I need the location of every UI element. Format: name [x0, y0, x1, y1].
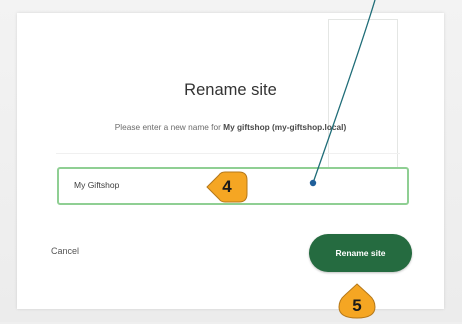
callout-number-4: 4 — [222, 177, 232, 196]
callout-number-5: 5 — [352, 296, 362, 315]
connector-line — [312, 0, 376, 184]
connector-dot-icon — [309, 179, 317, 187]
connector-annotation — [309, 0, 376, 187]
callout-marker-5: 5 — [335, 283, 379, 319]
callout-marker-4: 4 — [205, 169, 249, 205]
